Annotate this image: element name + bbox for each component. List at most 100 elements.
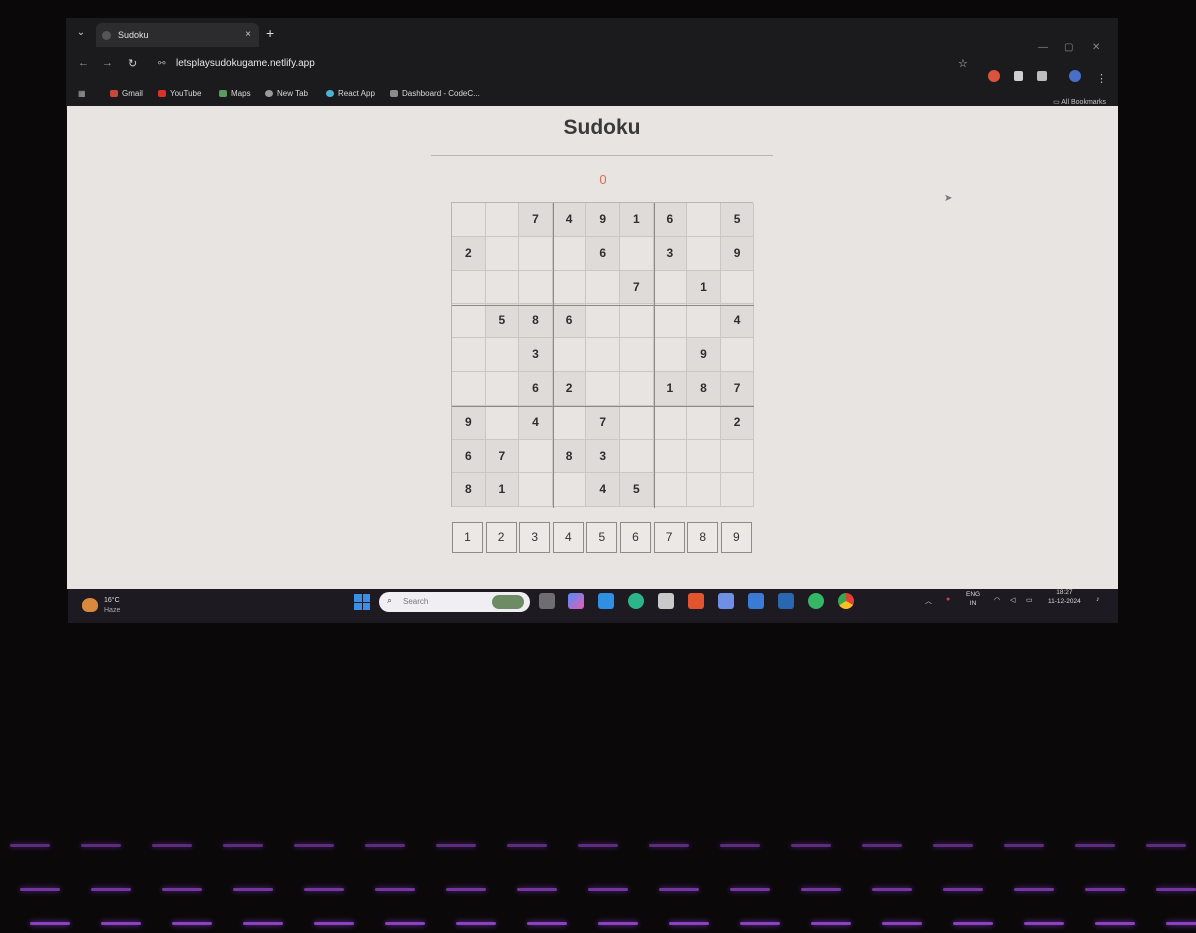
sudoku-cell[interactable]: 4 (586, 473, 620, 508)
edge-icon[interactable] (628, 593, 644, 609)
extension-icon[interactable] (988, 70, 1000, 82)
sudoku-cell[interactable]: 6 (653, 203, 688, 237)
sudoku-cell[interactable] (720, 473, 755, 508)
sudoku-cell[interactable]: 7 (720, 372, 755, 406)
sudoku-cell[interactable] (720, 439, 755, 474)
task-view-icon[interactable] (539, 593, 555, 609)
sudoku-cell[interactable]: 6 (519, 372, 553, 406)
sudoku-cell[interactable]: 4 (552, 203, 587, 237)
taskbar-search[interactable]: ⌕ Search (379, 592, 530, 612)
sudoku-cell[interactable]: 1 (485, 473, 520, 508)
sudoku-cell[interactable]: 7 (519, 203, 553, 237)
sudoku-cell[interactable] (452, 270, 486, 305)
sudoku-cell[interactable] (687, 473, 721, 508)
sudoku-cell[interactable] (687, 203, 721, 237)
new-tab-icon[interactable]: + (266, 25, 274, 41)
number-button-9[interactable]: 9 (720, 522, 752, 553)
forward-icon[interactable]: → (102, 57, 113, 69)
sudoku-cell[interactable]: 5 (620, 473, 654, 508)
number-button-5[interactable]: 5 (586, 522, 618, 553)
sudoku-cell[interactable] (687, 304, 721, 339)
profile-avatar-icon[interactable] (1069, 70, 1081, 82)
sudoku-cell[interactable] (653, 304, 688, 339)
address-bar[interactable]: letsplaysudokugame.netlify.app (176, 58, 315, 69)
sudoku-cell[interactable]: 3 (519, 338, 553, 372)
todo-icon[interactable] (748, 593, 764, 609)
sudoku-cell[interactable]: 7 (485, 439, 520, 474)
sudoku-cell[interactable] (552, 405, 587, 440)
sudoku-cell[interactable] (452, 338, 486, 372)
bookmark-youtube[interactable]: YouTube (158, 89, 201, 98)
sudoku-cell[interactable]: 2 (552, 372, 587, 406)
number-button-2[interactable]: 2 (485, 522, 517, 553)
sudoku-cell[interactable]: 9 (720, 236, 755, 271)
back-icon[interactable]: ← (78, 57, 89, 69)
bookmark-maps[interactable]: Maps (219, 89, 251, 98)
sudoku-cell[interactable] (552, 236, 587, 271)
site-info-icon[interactable]: ⚯ (158, 58, 166, 69)
star-icon[interactable]: ☆ (958, 57, 968, 70)
sudoku-cell[interactable] (552, 270, 587, 305)
sudoku-cell[interactable] (653, 473, 688, 508)
sudoku-cell[interactable] (552, 473, 587, 508)
number-button-3[interactable]: 3 (519, 522, 551, 553)
sudoku-cell[interactable] (687, 405, 721, 440)
number-button-1[interactable]: 1 (452, 522, 483, 553)
show-hidden-icons[interactable]: ︿ (925, 596, 932, 606)
vpn-icon[interactable] (718, 593, 734, 609)
sudoku-cell[interactable]: 4 (720, 304, 755, 339)
apps-grid-icon[interactable]: ▦ (78, 89, 86, 98)
sudoku-cell[interactable] (687, 439, 721, 474)
sudoku-cell[interactable]: 8 (552, 439, 587, 474)
language-indicator[interactable]: ENG IN (966, 590, 980, 608)
volume-icon[interactable]: ◁ (1010, 596, 1015, 604)
battery-icon[interactable]: ▭ (1026, 596, 1033, 604)
shield-icon[interactable] (1014, 71, 1023, 81)
sudoku-cell[interactable]: 9 (687, 338, 721, 372)
sudoku-cell[interactable] (519, 236, 553, 271)
notification-bell-icon[interactable]: ♪ (1096, 596, 1100, 603)
sudoku-cell[interactable]: 9 (452, 405, 486, 440)
number-button-4[interactable]: 4 (552, 522, 584, 553)
sudoku-cell[interactable] (586, 304, 620, 339)
sudoku-cell[interactable]: 7 (586, 405, 620, 440)
whatsapp-icon[interactable] (808, 593, 824, 609)
brave-icon[interactable] (688, 593, 704, 609)
sudoku-cell[interactable] (620, 405, 654, 440)
sudoku-cell[interactable]: 1 (687, 270, 721, 305)
sudoku-cell[interactable]: 6 (552, 304, 587, 339)
sudoku-cell[interactable]: 4 (519, 405, 553, 440)
extensions-puzzle-icon[interactable] (1037, 71, 1047, 81)
close-tab-icon[interactable]: × (245, 23, 251, 47)
sudoku-cell[interactable]: 6 (452, 439, 486, 474)
sudoku-cell[interactable] (586, 270, 620, 305)
tray-app-icon[interactable]: ● (946, 596, 950, 603)
sudoku-cell[interactable] (452, 372, 486, 406)
sudoku-cell[interactable] (720, 338, 755, 372)
sudoku-cell[interactable] (485, 236, 520, 271)
clock[interactable]: 18:27 11-12-2024 (1048, 588, 1081, 606)
sudoku-cell[interactable] (720, 270, 755, 305)
tab-list-icon[interactable]: ⌄ (74, 26, 88, 40)
sudoku-cell[interactable]: 6 (586, 236, 620, 271)
bookmark-new-tab[interactable]: New Tab (265, 89, 308, 98)
sudoku-cell[interactable] (485, 270, 520, 305)
number-button-6[interactable]: 6 (620, 522, 651, 553)
number-button-7[interactable]: 7 (653, 522, 685, 553)
sudoku-cell[interactable]: 8 (452, 473, 486, 508)
sudoku-cell[interactable] (485, 372, 520, 406)
sudoku-cell[interactable]: 8 (687, 372, 721, 406)
number-button-8[interactable]: 8 (687, 522, 719, 553)
sudoku-cell[interactable] (653, 270, 688, 305)
sudoku-cell[interactable] (620, 439, 654, 474)
windows-start-icon[interactable] (354, 594, 370, 610)
sudoku-cell[interactable] (552, 338, 587, 372)
sudoku-cell[interactable] (620, 304, 654, 339)
all-bookmarks[interactable]: ▭ All Bookmarks (1053, 98, 1106, 106)
sudoku-cell[interactable] (485, 203, 520, 237)
sudoku-cell[interactable] (620, 338, 654, 372)
sudoku-cell[interactable]: 3 (586, 439, 620, 474)
reload-icon[interactable]: ↻ (128, 57, 137, 70)
sudoku-cell[interactable] (586, 372, 620, 406)
sudoku-cell[interactable] (519, 439, 553, 474)
